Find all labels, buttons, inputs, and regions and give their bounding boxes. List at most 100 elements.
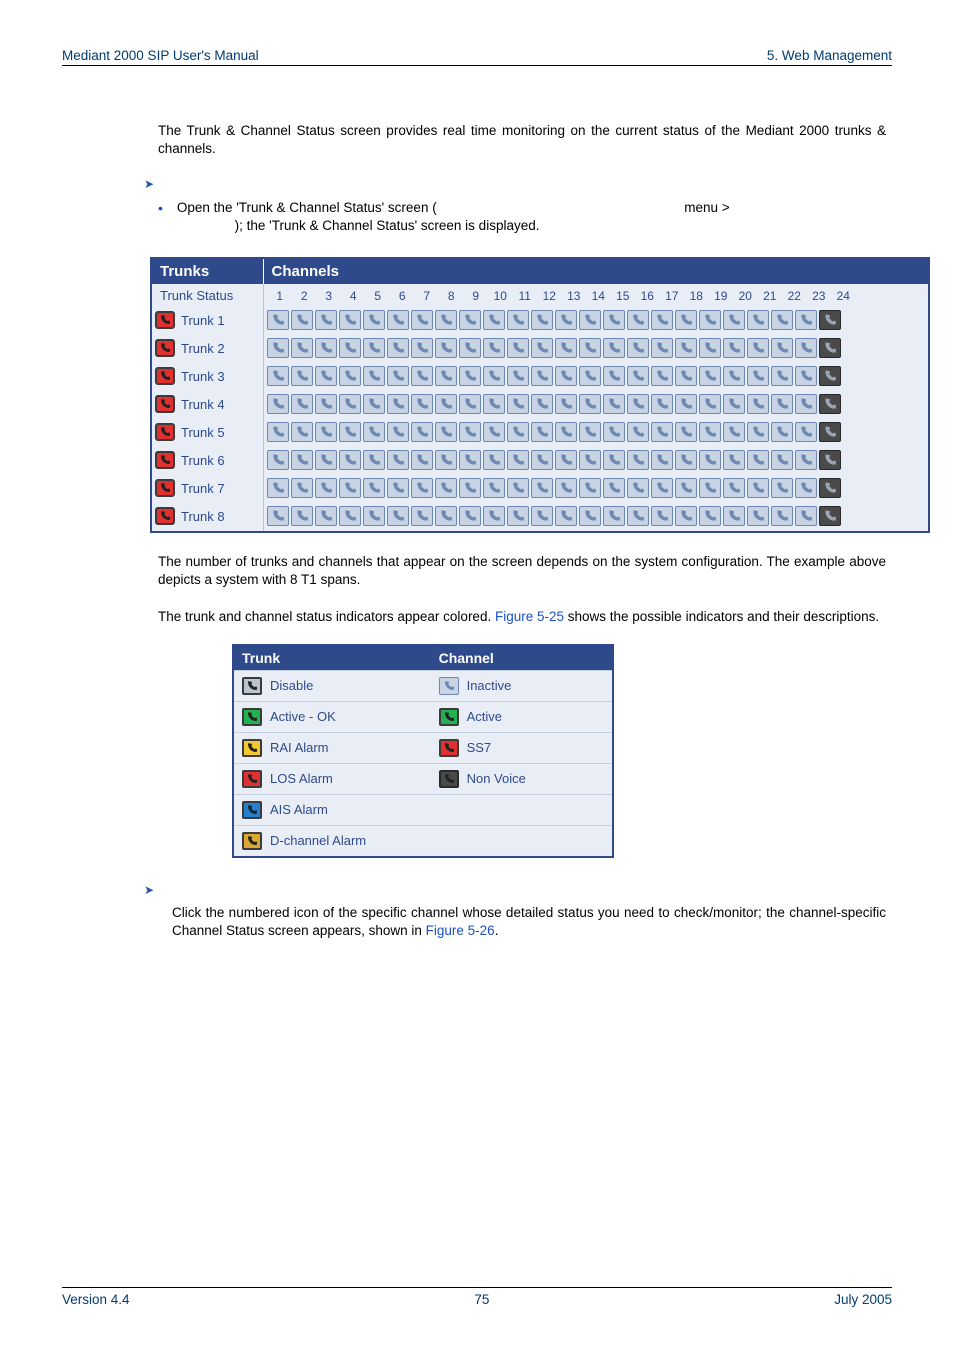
channel-cell-4-1[interactable] (267, 394, 289, 414)
channel-cell-3-22[interactable] (771, 366, 793, 386)
channel-cell-1-2[interactable] (291, 310, 313, 330)
channel-cell-7-18[interactable] (675, 478, 697, 498)
channel-cell-2-17[interactable] (651, 338, 673, 358)
channel-cell-7-22[interactable] (771, 478, 793, 498)
channel-cell-6-4[interactable] (339, 450, 361, 470)
channel-cell-8-7[interactable] (411, 506, 433, 526)
channel-cell-2-10[interactable] (483, 338, 505, 358)
channel-cell-2-12[interactable] (531, 338, 553, 358)
channel-cell-7-8[interactable] (435, 478, 457, 498)
channel-cell-6-19[interactable] (699, 450, 721, 470)
channel-cell-1-4[interactable] (339, 310, 361, 330)
channel-cell-4-17[interactable] (651, 394, 673, 414)
channel-cell-8-10[interactable] (483, 506, 505, 526)
channel-cell-1-18[interactable] (675, 310, 697, 330)
trunk-status-led[interactable] (155, 451, 175, 469)
channel-cell-3-6[interactable] (387, 366, 409, 386)
channel-cell-6-9[interactable] (459, 450, 481, 470)
channel-cell-2-9[interactable] (459, 338, 481, 358)
channel-cell-6-12[interactable] (531, 450, 553, 470)
channel-cell-1-15[interactable] (603, 310, 625, 330)
channel-cell-2-19[interactable] (699, 338, 721, 358)
figure-5-25-link[interactable]: Figure 5-25 (495, 609, 564, 624)
channel-cell-6-7[interactable] (411, 450, 433, 470)
channel-cell-6-5[interactable] (363, 450, 385, 470)
channel-cell-2-21[interactable] (747, 338, 769, 358)
channel-cell-7-3[interactable] (315, 478, 337, 498)
channel-cell-1-6[interactable] (387, 310, 409, 330)
channel-cell-7-16[interactable] (627, 478, 649, 498)
channel-cell-4-10[interactable] (483, 394, 505, 414)
channel-cell-5-4[interactable] (339, 422, 361, 442)
channel-cell-5-15[interactable] (603, 422, 625, 442)
channel-cell-3-3[interactable] (315, 366, 337, 386)
channel-cell-4-12[interactable] (531, 394, 553, 414)
channel-cell-1-3[interactable] (315, 310, 337, 330)
channel-cell-8-22[interactable] (771, 506, 793, 526)
channel-cell-4-7[interactable] (411, 394, 433, 414)
channel-cell-4-6[interactable] (387, 394, 409, 414)
channel-cell-7-15[interactable] (603, 478, 625, 498)
channel-cell-5-16[interactable] (627, 422, 649, 442)
channel-cell-5-22[interactable] (771, 422, 793, 442)
channel-cell-8-3[interactable] (315, 506, 337, 526)
channel-cell-2-16[interactable] (627, 338, 649, 358)
channel-cell-1-16[interactable] (627, 310, 649, 330)
channel-cell-1-21[interactable] (747, 310, 769, 330)
channel-cell-8-21[interactable] (747, 506, 769, 526)
channel-cell-8-1[interactable] (267, 506, 289, 526)
channel-cell-4-23[interactable] (795, 394, 817, 414)
channel-cell-8-19[interactable] (699, 506, 721, 526)
channel-cell-2-23[interactable] (795, 338, 817, 358)
channel-cell-3-14[interactable] (579, 366, 601, 386)
trunk-status-led[interactable] (155, 311, 175, 329)
channel-cell-5-11[interactable] (507, 422, 529, 442)
channel-cell-8-13[interactable] (555, 506, 577, 526)
channel-cell-8-2[interactable] (291, 506, 313, 526)
channel-cell-2-13[interactable] (555, 338, 577, 358)
channel-cell-6-24[interactable] (819, 450, 841, 470)
channel-cell-8-6[interactable] (387, 506, 409, 526)
channel-cell-7-11[interactable] (507, 478, 529, 498)
channel-cell-3-2[interactable] (291, 366, 313, 386)
channel-cell-7-14[interactable] (579, 478, 601, 498)
channel-cell-7-24[interactable] (819, 478, 841, 498)
channel-cell-3-8[interactable] (435, 366, 457, 386)
channel-cell-5-19[interactable] (699, 422, 721, 442)
channel-cell-6-6[interactable] (387, 450, 409, 470)
channel-cell-6-10[interactable] (483, 450, 505, 470)
channel-cell-1-20[interactable] (723, 310, 745, 330)
channel-cell-3-23[interactable] (795, 366, 817, 386)
channel-cell-8-18[interactable] (675, 506, 697, 526)
channel-cell-2-4[interactable] (339, 338, 361, 358)
channel-cell-3-5[interactable] (363, 366, 385, 386)
channel-cell-3-24[interactable] (819, 366, 841, 386)
channel-cell-6-21[interactable] (747, 450, 769, 470)
channel-cell-5-5[interactable] (363, 422, 385, 442)
channel-cell-3-15[interactable] (603, 366, 625, 386)
channel-cell-1-9[interactable] (459, 310, 481, 330)
channel-cell-5-8[interactable] (435, 422, 457, 442)
channel-cell-4-15[interactable] (603, 394, 625, 414)
channel-cell-3-17[interactable] (651, 366, 673, 386)
channel-cell-7-12[interactable] (531, 478, 553, 498)
channel-cell-4-19[interactable] (699, 394, 721, 414)
channel-cell-8-5[interactable] (363, 506, 385, 526)
channel-cell-1-11[interactable] (507, 310, 529, 330)
channel-cell-3-18[interactable] (675, 366, 697, 386)
channel-cell-4-9[interactable] (459, 394, 481, 414)
channel-cell-4-22[interactable] (771, 394, 793, 414)
channel-cell-3-4[interactable] (339, 366, 361, 386)
channel-cell-3-9[interactable] (459, 366, 481, 386)
channel-cell-1-10[interactable] (483, 310, 505, 330)
channel-cell-4-24[interactable] (819, 394, 841, 414)
channel-cell-6-11[interactable] (507, 450, 529, 470)
channel-cell-3-13[interactable] (555, 366, 577, 386)
channel-cell-3-7[interactable] (411, 366, 433, 386)
channel-cell-1-7[interactable] (411, 310, 433, 330)
channel-cell-8-12[interactable] (531, 506, 553, 526)
channel-cell-3-20[interactable] (723, 366, 745, 386)
channel-cell-6-15[interactable] (603, 450, 625, 470)
channel-cell-5-1[interactable] (267, 422, 289, 442)
channel-cell-2-14[interactable] (579, 338, 601, 358)
